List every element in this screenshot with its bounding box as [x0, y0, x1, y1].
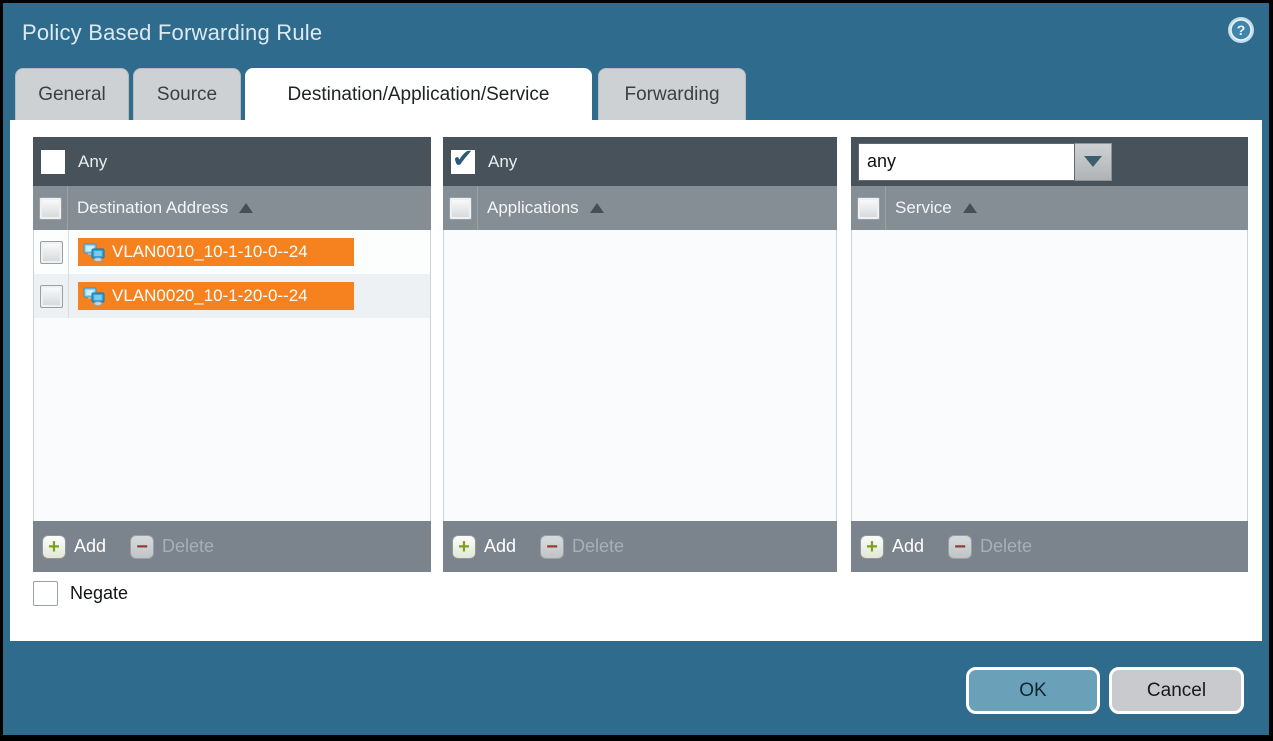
- network-address-icon: [83, 287, 106, 306]
- tab-destination-application-service[interactable]: Destination/Application/Service: [245, 68, 592, 121]
- destination-any-checkbox[interactable]: [41, 150, 65, 174]
- applications-list: [443, 230, 837, 521]
- address-object-chip[interactable]: VLAN0010_10-1-10-0--24: [78, 238, 354, 266]
- row-checkbox[interactable]: [40, 285, 63, 308]
- destination-toolbar: + Add − Delete: [33, 521, 431, 572]
- address-object-label: VLAN0010_10-1-10-0--24: [112, 242, 308, 262]
- destination-column-header[interactable]: Destination Address: [33, 186, 431, 230]
- service-toolbar: + Add − Delete: [851, 521, 1248, 572]
- applications-delete-button[interactable]: − Delete: [540, 535, 624, 559]
- destination-address-panel: Any Destination Address: [33, 137, 431, 572]
- service-dropdown-bar: any: [851, 137, 1248, 186]
- applications-select-all-checkbox[interactable]: [449, 197, 472, 220]
- applications-panel: Any Applications + Add − Delete: [443, 137, 837, 572]
- svg-text:?: ?: [1237, 22, 1246, 38]
- destination-add-button[interactable]: + Add: [42, 535, 106, 559]
- address-object-chip[interactable]: VLAN0020_10-1-20-0--24: [78, 282, 354, 310]
- delete-button-label: Delete: [162, 536, 214, 557]
- list-item: VLAN0010_10-1-10-0--24: [34, 230, 430, 274]
- service-header-label: Service: [895, 198, 952, 218]
- service-select-all-checkbox[interactable]: [857, 197, 880, 220]
- applications-select-all-cell: [443, 186, 478, 230]
- delete-button-label: Delete: [572, 536, 624, 557]
- service-dropdown-value[interactable]: any: [858, 143, 1075, 181]
- service-add-button[interactable]: + Add: [860, 535, 924, 559]
- negate-row: Negate: [33, 581, 128, 606]
- plus-icon: +: [42, 535, 66, 559]
- service-dropdown-button[interactable]: [1075, 143, 1112, 181]
- minus-icon: −: [540, 535, 564, 559]
- screen: Policy Based Forwarding Rule ? General S…: [0, 0, 1273, 741]
- negate-label: Negate: [70, 583, 128, 604]
- row-checkbox-cell: [34, 230, 69, 274]
- plus-icon: +: [860, 535, 884, 559]
- tab-source[interactable]: Source: [133, 68, 241, 121]
- service-delete-button[interactable]: − Delete: [948, 535, 1032, 559]
- help-icon[interactable]: ?: [1227, 16, 1255, 44]
- destination-header-label: Destination Address: [77, 198, 228, 218]
- add-button-label: Add: [74, 536, 106, 557]
- negate-checkbox[interactable]: [33, 581, 58, 606]
- chevron-down-icon: [1084, 156, 1102, 167]
- destination-select-all-checkbox[interactable]: [39, 197, 62, 220]
- minus-icon: −: [948, 535, 972, 559]
- applications-any-label: Any: [488, 152, 517, 172]
- service-list: [851, 230, 1248, 521]
- applications-any-checkbox[interactable]: [451, 150, 475, 174]
- dialog-title: Policy Based Forwarding Rule: [22, 20, 322, 46]
- destination-any-bar: Any: [33, 137, 431, 186]
- destination-delete-button[interactable]: − Delete: [130, 535, 214, 559]
- destination-select-all-cell: [33, 186, 68, 230]
- address-object-label: VLAN0020_10-1-20-0--24: [112, 286, 308, 306]
- delete-button-label: Delete: [980, 536, 1032, 557]
- applications-toolbar: + Add − Delete: [443, 521, 837, 572]
- applications-add-button[interactable]: + Add: [452, 535, 516, 559]
- list-item: VLAN0020_10-1-20-0--24: [34, 274, 430, 318]
- tab-general[interactable]: General: [15, 68, 129, 121]
- sort-asc-icon: [590, 203, 604, 213]
- tab-content: Any Destination Address: [10, 120, 1262, 641]
- add-button-label: Add: [892, 536, 924, 557]
- applications-header-label: Applications: [487, 198, 579, 218]
- service-dropdown: any: [858, 143, 1112, 181]
- minus-icon: −: [130, 535, 154, 559]
- service-select-all-cell: [851, 186, 886, 230]
- plus-icon: +: [452, 535, 476, 559]
- service-column-header[interactable]: Service: [851, 186, 1248, 230]
- destination-list: VLAN0010_10-1-10-0--24: [33, 230, 431, 521]
- destination-any-label: Any: [78, 152, 107, 172]
- network-address-icon: [83, 243, 106, 262]
- row-checkbox[interactable]: [40, 241, 63, 264]
- service-panel: any Service + Add: [851, 137, 1248, 572]
- applications-column-header[interactable]: Applications: [443, 186, 837, 230]
- row-checkbox-cell: [34, 274, 69, 318]
- sort-asc-icon: [239, 203, 253, 213]
- cancel-button[interactable]: Cancel: [1109, 667, 1244, 714]
- applications-any-bar: Any: [443, 137, 837, 186]
- sort-asc-icon: [963, 203, 977, 213]
- pbf-rule-dialog: Policy Based Forwarding Rule ? General S…: [3, 3, 1269, 735]
- ok-button[interactable]: OK: [966, 667, 1100, 714]
- tab-forwarding[interactable]: Forwarding: [598, 68, 746, 121]
- add-button-label: Add: [484, 536, 516, 557]
